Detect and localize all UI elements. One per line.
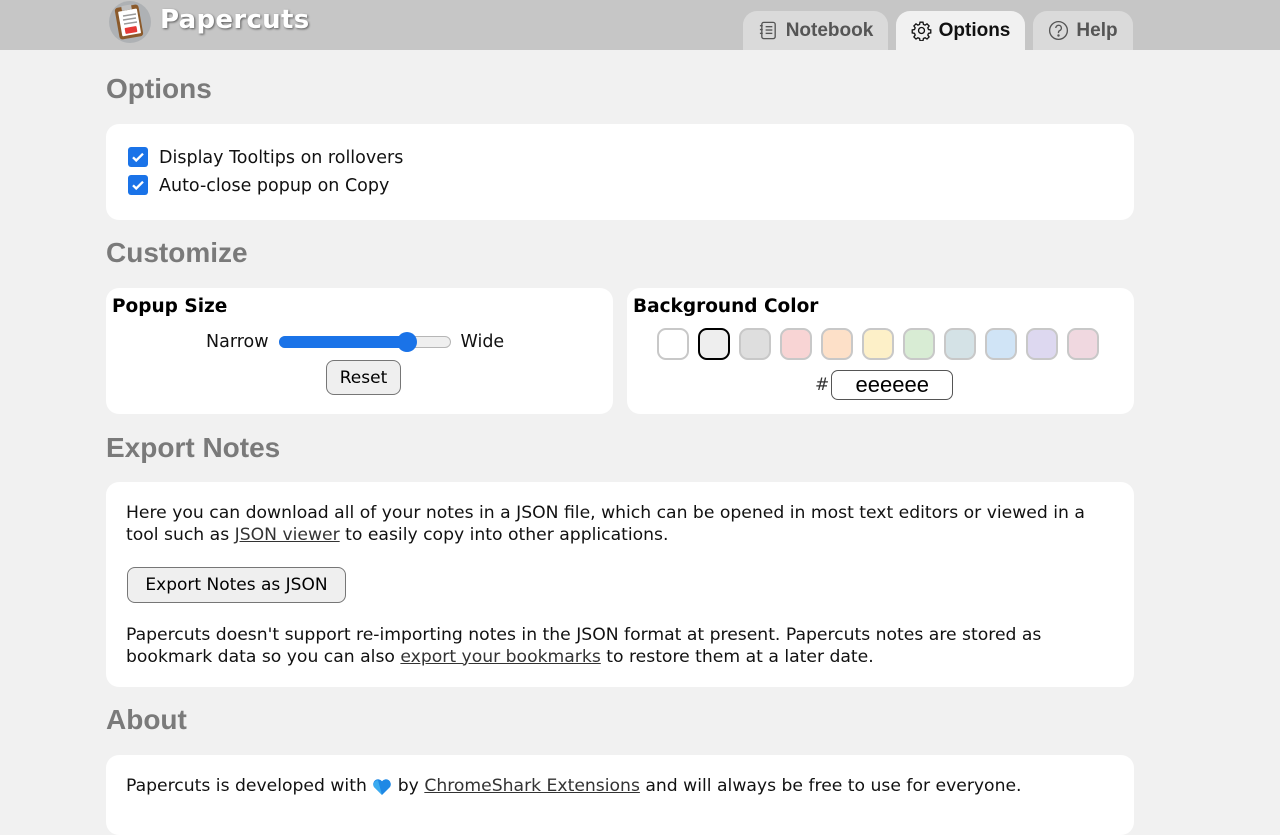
about-card: Papercuts is developed with by ChromeSha… [106, 755, 1134, 835]
hex-row: # [815, 370, 954, 400]
background-color-card: Background Color # [627, 288, 1134, 414]
about-text: Papercuts is developed with by ChromeSha… [126, 776, 1116, 798]
background-color-title: Background Color [633, 296, 819, 317]
export-para2-text-end: to restore them at a later date. [600, 646, 874, 667]
checkmark-icon [132, 152, 144, 162]
app-title: Papercuts [160, 5, 310, 35]
color-swatch[interactable] [985, 328, 1017, 360]
tab-notebook[interactable]: Notebook [743, 11, 888, 50]
export-bookmarks-link[interactable]: export your bookmarks [400, 647, 600, 667]
autoclose-checkbox[interactable] [128, 174, 148, 195]
gear-icon [911, 21, 932, 41]
export-note: Papercuts doesn't support re-importing n… [126, 625, 1116, 668]
color-swatches [657, 328, 1099, 360]
color-swatch[interactable] [1067, 328, 1099, 360]
papercuts-logo-icon [109, 1, 151, 43]
tab-notebook-label: Notebook [785, 19, 874, 41]
about-text-by: by [392, 776, 425, 796]
popup-size-card: Popup Size Narrow Wide Reset [106, 288, 613, 414]
slider-thumb[interactable] [396, 332, 417, 352]
help-icon [1049, 20, 1069, 41]
export-description: Here you can download all of your notes … [126, 503, 1116, 546]
top-bar: Papercuts Notebook Options Help [0, 0, 1280, 50]
export-heading: Export Notes [106, 432, 281, 463]
tooltips-option: Display Tooltips on rollovers [128, 146, 404, 168]
tab-options-label: Options [938, 19, 1011, 41]
color-swatch[interactable] [1026, 328, 1058, 360]
export-para1-text-end: to easily copy into other applications. [339, 524, 669, 545]
color-swatch[interactable] [698, 328, 730, 360]
color-swatch[interactable] [821, 328, 853, 360]
slider-max-label: Wide [460, 332, 505, 352]
popup-size-slider[interactable] [278, 332, 451, 352]
export-json-button[interactable]: Export Notes as JSON [127, 567, 346, 603]
tab-help-label: Help [1076, 19, 1118, 41]
color-swatch[interactable] [862, 328, 894, 360]
notebook-icon [759, 21, 776, 40]
about-text-start: Papercuts is developed with [126, 776, 373, 796]
json-viewer-link[interactable]: JSON viewer [235, 525, 340, 545]
color-swatch[interactable] [944, 328, 976, 360]
about-heading: About [106, 704, 187, 735]
options-card: Display Tooltips on rollovers Auto-close… [106, 124, 1134, 220]
about-text-end: and will always be free to use for every… [639, 776, 1022, 796]
color-swatch[interactable] [780, 328, 812, 360]
autoclose-option: Auto-close popup on Copy [128, 174, 390, 196]
checkmark-icon [132, 180, 144, 190]
customize-heading: Customize [106, 237, 248, 268]
chromeshark-link[interactable]: ChromeShark Extensions [424, 776, 640, 798]
heart-icon [373, 779, 392, 795]
color-swatch[interactable] [739, 328, 771, 360]
tooltips-option-label: Display Tooltips on rollovers [159, 148, 404, 168]
hex-color-input[interactable] [831, 370, 954, 400]
options-heading: Options [106, 73, 212, 104]
autoclose-option-label: Auto-close popup on Copy [159, 176, 390, 196]
slider-min-label: Narrow [206, 332, 269, 352]
color-swatch[interactable] [903, 328, 935, 360]
popup-size-title: Popup Size [112, 296, 228, 317]
popup-size-slider-row: Narrow Wide [206, 332, 504, 352]
export-card: Here you can download all of your notes … [106, 482, 1134, 687]
slider-fill [278, 336, 406, 348]
color-swatch[interactable] [657, 328, 689, 360]
hash-label: # [815, 375, 830, 395]
tab-options[interactable]: Options [896, 11, 1025, 50]
reset-button[interactable]: Reset [326, 360, 401, 395]
tooltips-checkbox[interactable] [128, 146, 148, 167]
tab-help[interactable]: Help [1033, 11, 1133, 50]
